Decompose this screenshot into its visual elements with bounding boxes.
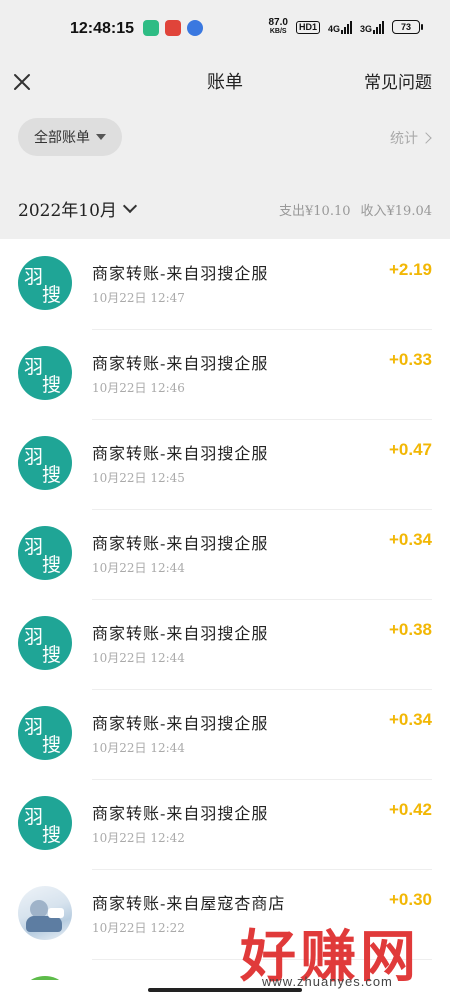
transaction-amount: +0.33 [388,350,432,369]
stats-link[interactable]: 统计 [390,128,432,148]
avatar-text: 搜 [42,644,62,666]
filter-bar: 全部账单 统计 [0,118,450,178]
expense-summary: 支出¥10.10 [279,204,351,219]
transaction-time: 10月22日 12:44 [92,561,185,575]
transaction-amount: +0.38 [388,620,432,639]
avatar-text: 搜 [42,824,62,846]
stats-label: 统计 [390,131,418,147]
merchant-avatar: 羽 搜 [18,256,72,310]
merchant-name: 商家转账-来自羽搜企服 [92,444,269,463]
transaction-amount: +0.34 [388,530,432,549]
avatar-text: 搜 [42,464,62,486]
merchant-name: 商家转账-来自屋寇杏商店 [92,894,286,913]
signal-3g-icon: 3G [359,20,384,34]
transaction-amount: +0.47 [388,440,432,459]
month-selector[interactable]: 2022年10月 [18,196,137,221]
merchant-avatar: 羽 搜 [18,526,72,580]
home-indicator[interactable] [148,988,302,992]
avatar-text: 羽 [24,626,44,648]
merchant-name: 商家转账-来自羽搜企服 [92,264,269,283]
transaction-time: 10月22日 12:42 [92,831,185,845]
merchant-name: 商家转账-来自羽搜企服 [92,354,269,373]
hd-icon: HD1 [295,20,320,34]
transaction-amount: +0.42 [388,800,432,819]
network-speed-value: 87.0 [268,17,288,28]
merchant-avatar: 羽 搜 [18,346,72,400]
transaction-amount: +0.34 [388,710,432,729]
transaction-time: 10月22日 12:45 [92,471,185,485]
merchant-name: 商家转账-来自羽搜企服 [92,804,269,823]
avatar-text: 羽 [24,806,44,828]
app-notification-icon [187,20,203,36]
income-summary: 收入¥19.04 [360,204,433,219]
status-bar: 12:48:15 87.0 KB/S HD1 4G 3G 73 [0,0,450,58]
transaction-time: 10月22日 12:46 [92,381,185,395]
faq-link[interactable]: 常见问题 [364,68,432,93]
signal-4g-label: 4G [327,23,340,34]
transaction-row[interactable]: 羽 搜 商家转账-来自羽搜企服 10月22日 12:42 +0.42 [0,780,450,870]
network-speed: 87.0 KB/S [268,18,287,36]
avatar-text: 羽 [24,536,44,558]
avatar-text: 搜 [42,734,62,756]
transaction-row[interactable]: 羽 搜 商家转账-来自羽搜企服 10月22日 12:45 +0.47 [0,420,450,510]
caret-down-icon [96,134,106,140]
site-watermark: 好赚网 www.zhuanyes.com [232,912,450,996]
transaction-row[interactable]: 羽 搜 商家转账-来自羽搜企服 10月22日 12:44 +0.34 [0,690,450,780]
transaction-row[interactable]: 羽 搜 商家转账-来自羽搜企服 10月22日 12:44 +0.34 [0,510,450,600]
merchant-name: 商家转账-来自羽搜企服 [92,624,269,643]
transaction-amount: +2.19 [388,260,432,279]
avatar-text: 搜 [42,554,62,576]
status-indicators: 87.0 KB/S HD1 4G 3G 73 [268,18,423,36]
merchant-avatar [18,976,72,980]
transaction-time: 10月22日 12:44 [92,741,185,755]
merchant-avatar: 羽 搜 [18,436,72,490]
avatar-text: 搜 [42,284,62,306]
merchant-avatar: 羽 搜 [18,796,72,850]
merchant-name: 商家转账-来自羽搜企服 [92,714,269,733]
avatar-text: 羽 [24,356,44,378]
transaction-row[interactable]: 羽 搜 商家转账-来自羽搜企服 10月22日 12:46 +0.33 [0,330,450,420]
app-notification-icon [165,20,181,36]
merchant-avatar: 羽 搜 [18,616,72,670]
app-notification-icon [143,20,159,36]
avatar-text: 羽 [24,446,44,468]
page-header: 账单 常见问题 [0,58,450,118]
chevron-right-icon [420,132,432,144]
signal-3g-label: 3G [359,23,372,34]
status-time: 12:48:15 [70,20,135,37]
network-speed-unit: KB/S [269,28,287,35]
all-bills-dropdown[interactable]: 全部账单 [18,118,122,156]
transaction-time: 10月22日 12:44 [92,651,185,665]
merchant-name: 商家转账-来自羽搜企服 [92,534,269,553]
battery-icon: 73 [392,20,423,34]
transaction-amount: +0.30 [388,890,432,909]
all-bills-label: 全部账单 [34,130,90,146]
transaction-list: 羽 搜 商家转账-来自羽搜企服 10月22日 12:47 +2.19 羽 搜 商… [0,240,450,980]
watermark-url: www.zhuanyes.com [262,974,393,989]
chevron-down-icon [122,198,137,214]
merchant-avatar-photo [18,886,72,940]
signal-4g-icon: 4G [327,20,352,34]
transaction-row[interactable]: 羽 搜 商家转账-来自羽搜企服 10月22日 12:47 +2.19 [0,240,450,330]
month-summary: 支出¥10.10 收入¥19.04 [279,200,432,219]
month-label: 2022年10月 [18,201,117,221]
transaction-time: 10月22日 12:47 [92,291,185,305]
avatar-text: 羽 [24,716,44,738]
merchant-avatar: 羽 搜 [18,706,72,760]
transaction-row[interactable]: 羽 搜 商家转账-来自羽搜企服 10月22日 12:44 +0.38 [0,600,450,690]
transaction-time: 10月22日 12:22 [92,921,185,935]
month-bar: 2022年10月 支出¥10.10 收入¥19.04 [0,178,450,239]
avatar-text: 羽 [24,266,44,288]
avatar-text: 搜 [42,374,62,396]
